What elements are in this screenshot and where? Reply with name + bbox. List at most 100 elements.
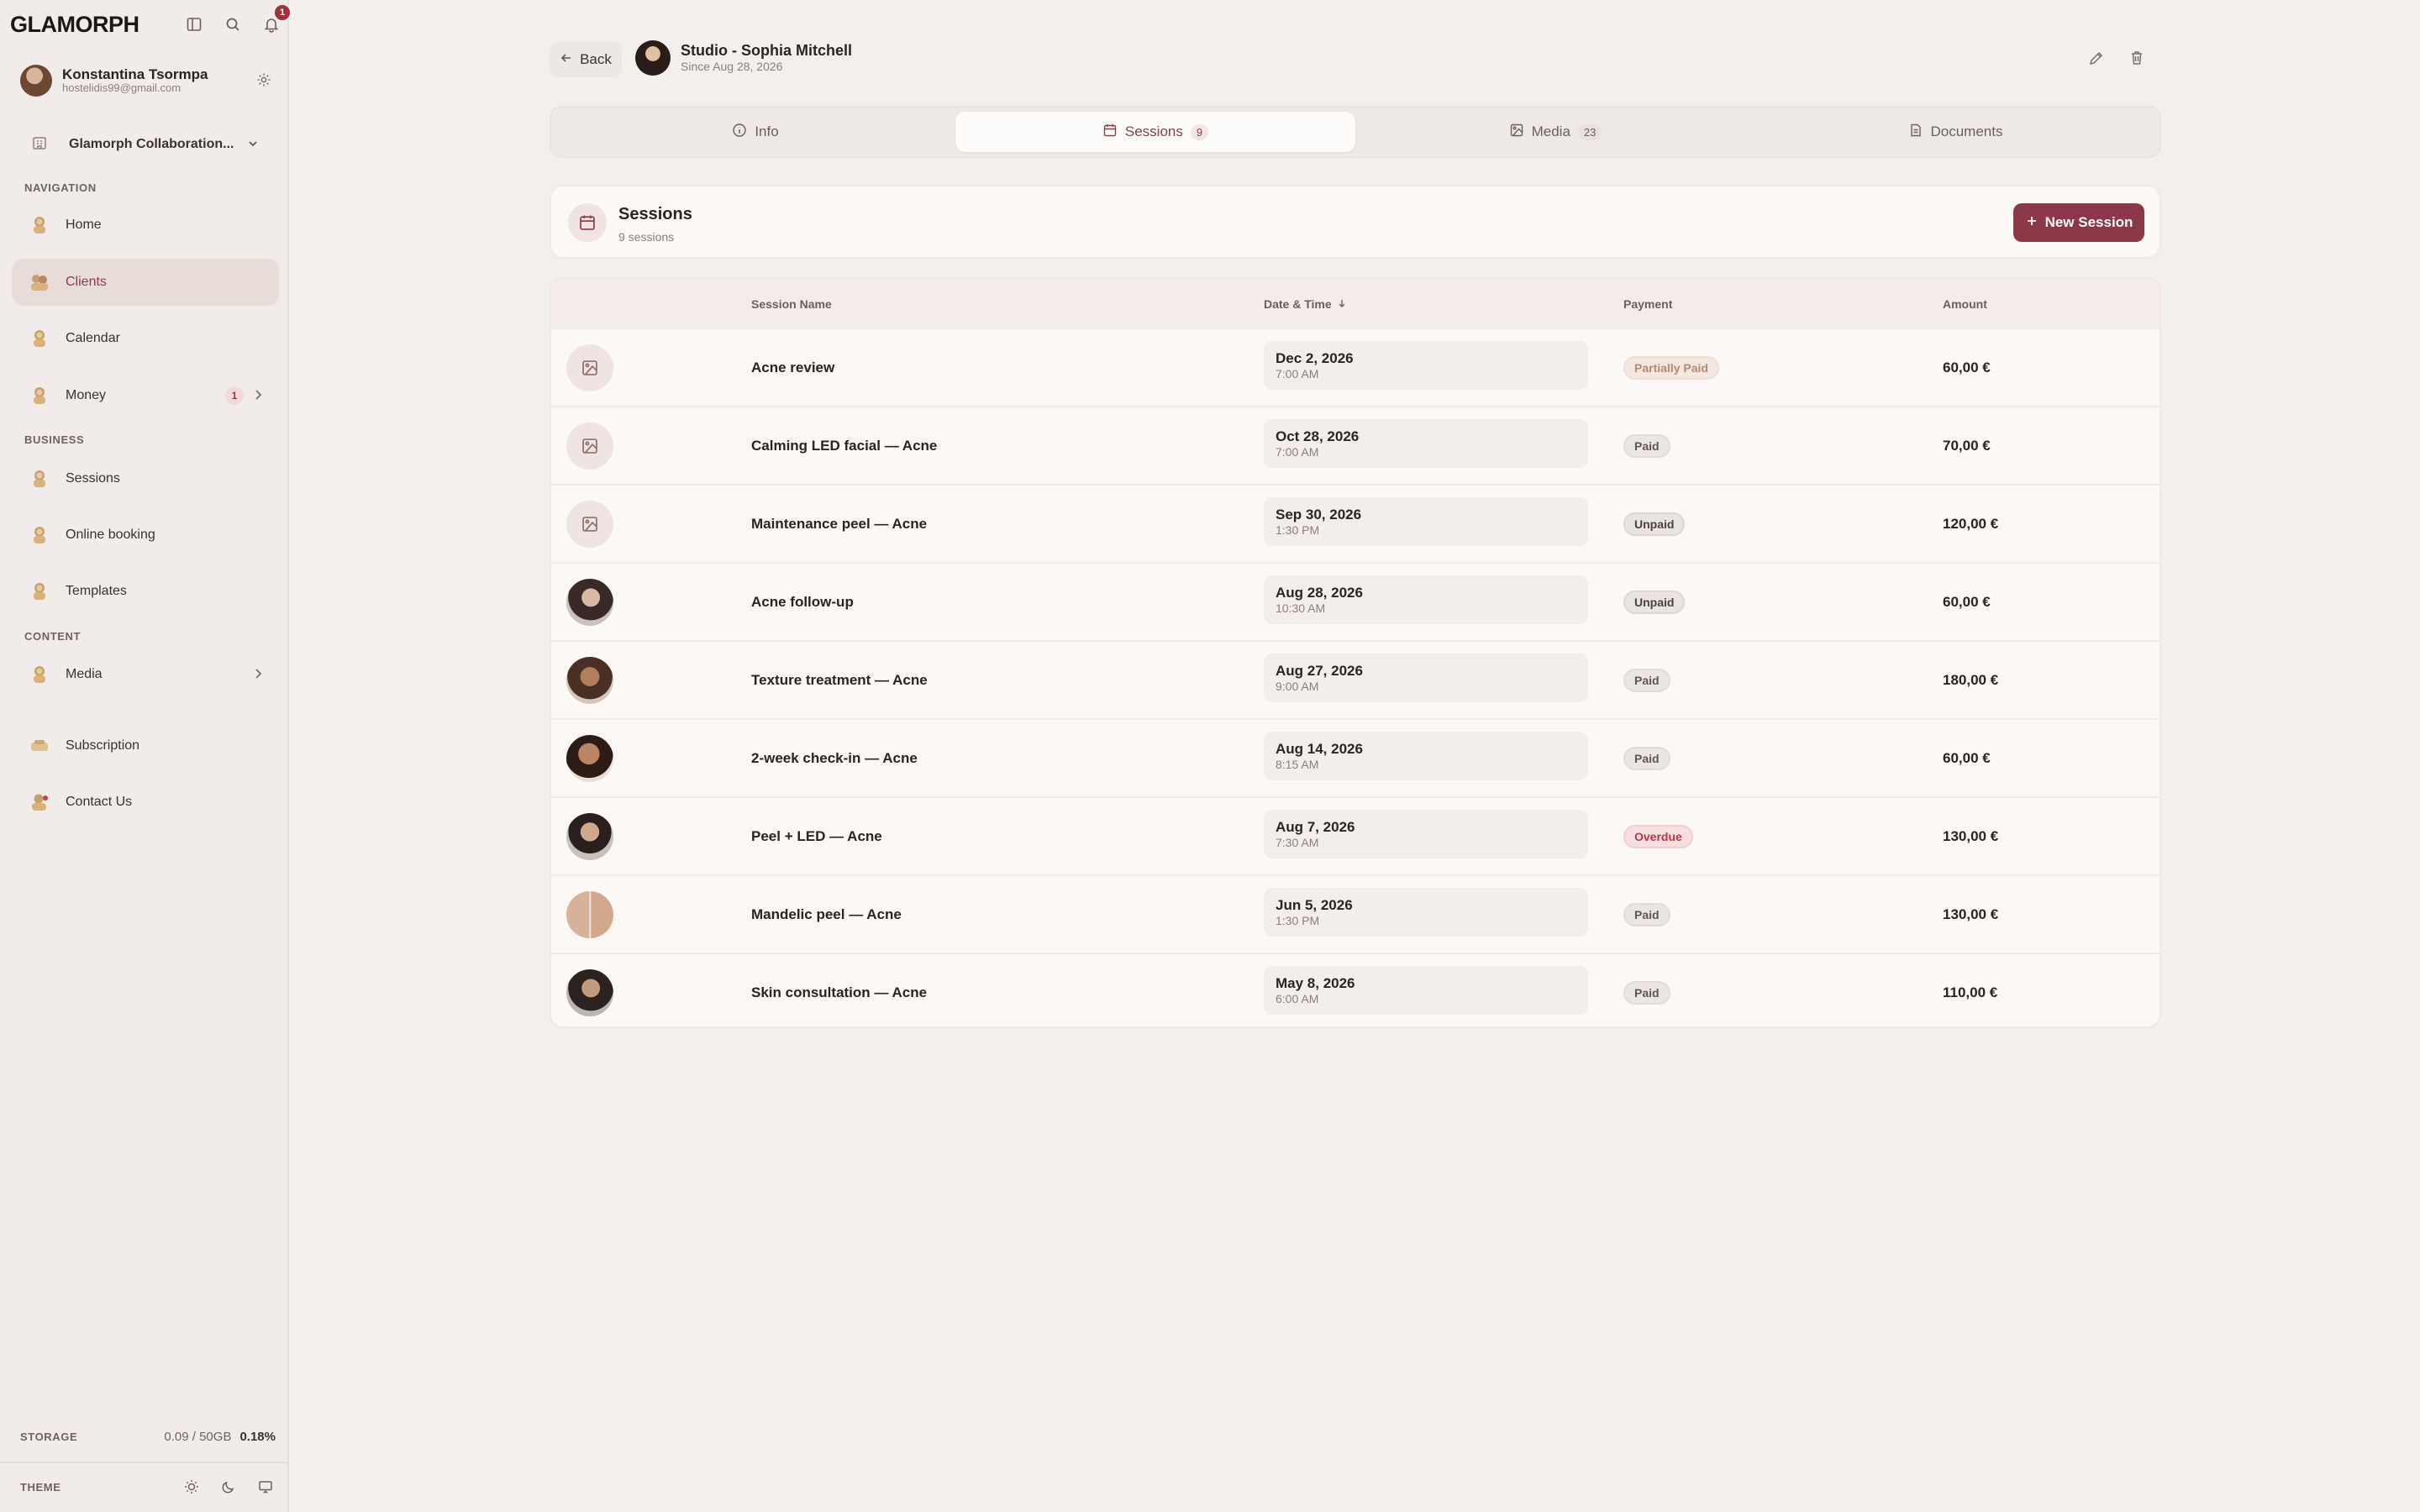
sidebar-item-label: Calendar: [66, 331, 120, 345]
sidebar-item-label: Media: [66, 667, 103, 681]
date-value: May 8, 2026: [1276, 975, 1355, 991]
tab-documents[interactable]: Documents: [1755, 112, 2155, 152]
edit-icon[interactable]: [2087, 49, 2106, 71]
sidebar-item-label: Online booking: [66, 528, 155, 542]
status-badge: Overdue: [1623, 825, 1693, 848]
session-amount: 60,00 €: [1943, 750, 1991, 766]
date-value: Aug 7, 2026: [1276, 819, 1355, 835]
status-badge: Unpaid: [1623, 512, 1686, 536]
home-icon: [27, 213, 52, 238]
table-row[interactable]: Maintenance peel — Acne Sep 30, 2026 1:30…: [551, 484, 2160, 562]
session-name: Acne follow-up: [751, 594, 854, 610]
sidebar-item-money[interactable]: Money 1: [12, 372, 279, 419]
table-row[interactable]: Skin consultation — Acne May 8, 2026 6:00…: [551, 953, 2160, 1026]
status-badge: Partially Paid: [1623, 356, 1719, 380]
column-header-payment[interactable]: Payment: [1623, 297, 1672, 311]
date-value: Aug 14, 2026: [1276, 741, 1363, 757]
date-value: Sep 30, 2026: [1276, 507, 1362, 522]
sidebar-item-calendar[interactable]: Calendar: [12, 315, 279, 362]
app-logo[interactable]: GLAMORPH: [10, 12, 139, 38]
header-actions: [2087, 49, 2146, 71]
session-date: Aug 14, 2026 8:15 AM: [1264, 732, 1588, 780]
money-icon: [27, 383, 52, 408]
chevron-right-icon[interactable]: [250, 387, 266, 407]
trash-icon[interactable]: [2128, 49, 2146, 71]
bell-icon[interactable]: 1: [260, 5, 290, 35]
time-value: 7:00 AM: [1276, 366, 1319, 381]
tab-label: Media: [1531, 123, 1570, 139]
back-button[interactable]: Back: [550, 42, 622, 77]
column-header-name[interactable]: Session Name: [751, 297, 832, 311]
table-row[interactable]: 2-week check-in — Acne Aug 14, 2026 8:15 …: [551, 718, 2160, 796]
gear-icon[interactable]: [255, 71, 272, 92]
sun-icon[interactable]: [182, 1477, 202, 1497]
sidebar-item-templates[interactable]: Templates: [12, 568, 279, 615]
date-value: Aug 27, 2026: [1276, 663, 1363, 679]
session-date: Sep 30, 2026 1:30 PM: [1264, 497, 1588, 546]
arrow-left-icon: [560, 51, 573, 69]
image-icon: [1509, 123, 1524, 142]
sidebar-item-online-booking[interactable]: Online booking: [12, 512, 279, 559]
image-placeholder-icon: [566, 423, 613, 470]
image-placeholder-icon: [566, 344, 613, 391]
tab-label: Sessions: [1124, 123, 1183, 139]
sidebar-item-home[interactable]: Home: [12, 202, 279, 249]
sidebar-item-contact-us[interactable]: Contact Us: [12, 779, 279, 826]
client-avatar: [635, 40, 671, 76]
table-row[interactable]: Calming LED facial — Acne Oct 28, 2026 7:…: [551, 406, 2160, 484]
workspace-switcher[interactable]: Glamorph Collaboration...: [20, 124, 271, 165]
user-email: hostelidis99@gmail.com: [62, 81, 182, 95]
sidebar-item-media[interactable]: Media: [12, 651, 279, 698]
tab-info[interactable]: Info: [555, 112, 955, 152]
tab-count: 23: [1577, 123, 1602, 140]
sessions-title: Sessions: [618, 205, 692, 223]
column-header-date[interactable]: Date & Time: [1264, 297, 1347, 311]
tab-media[interactable]: Media 23: [1355, 112, 1755, 152]
sidebar-item-label: Contact Us: [66, 795, 133, 809]
session-amount: 60,00 €: [1943, 360, 1991, 375]
time-value: 1:30 PM: [1276, 913, 1320, 927]
tab-count: 9: [1190, 123, 1209, 140]
user-profile[interactable]: Konstantina Tsormpa hostelidis99@gmail.c…: [20, 64, 272, 97]
sidebar-toggle-icon[interactable]: [183, 13, 205, 35]
session-amount: 70,00 €: [1943, 438, 1991, 454]
calendar-icon: [1102, 123, 1118, 142]
new-session-button[interactable]: New Session: [2013, 203, 2144, 242]
session-name: 2-week check-in — Acne: [751, 750, 918, 766]
contact-icon: [27, 790, 52, 815]
session-amount: 130,00 €: [1943, 828, 1999, 844]
column-header-amount[interactable]: Amount: [1943, 297, 1987, 311]
search-icon[interactable]: [222, 13, 244, 35]
table-row[interactable]: Acne follow-up Aug 28, 2026 10:30 AM Unpa…: [551, 562, 2160, 640]
new-session-label: New Session: [2044, 214, 2133, 230]
session-date: Aug 7, 2026 7:30 AM: [1264, 810, 1588, 858]
user-name: Konstantina Tsormpa: [62, 66, 208, 82]
session-name: Maintenance peel — Acne: [751, 516, 928, 532]
sidebar-item-label: Templates: [66, 584, 127, 598]
sidebar-item-subscription[interactable]: Subscription: [12, 722, 279, 769]
session-date: Aug 27, 2026 9:00 AM: [1264, 654, 1588, 702]
subscription-icon: [27, 733, 52, 759]
sidebar-item-clients[interactable]: Clients: [12, 259, 279, 306]
tab-sessions[interactable]: Sessions 9: [955, 112, 1355, 152]
notification-badge: 1: [275, 5, 290, 20]
session-date: Jun 5, 2026 1:30 PM: [1264, 888, 1588, 937]
plus-icon: [2025, 214, 2039, 232]
document-icon: [1908, 123, 1923, 142]
table-row[interactable]: Acne review Dec 2, 2026 7:00 AM Partially…: [551, 328, 2160, 406]
back-label: Back: [580, 51, 612, 67]
monitor-icon[interactable]: [255, 1477, 276, 1497]
client-name: Studio - Sophia Mitchell: [681, 41, 852, 59]
chevron-right-icon[interactable]: [250, 666, 266, 685]
time-value: 7:30 AM: [1276, 835, 1319, 849]
sidebar-item-sessions[interactable]: Sessions: [12, 455, 279, 502]
table-row[interactable]: Peel + LED — Acne Aug 7, 2026 7:30 AM Ove…: [551, 796, 2160, 874]
session-amount: 180,00 €: [1943, 672, 1999, 688]
calendar-icon: [568, 203, 607, 242]
table-row[interactable]: Mandelic peel — Acne Jun 5, 2026 1:30 PM …: [551, 874, 2160, 953]
table-row[interactable]: Texture treatment — Acne Aug 27, 2026 9:0…: [551, 640, 2160, 718]
moon-icon[interactable]: [218, 1477, 239, 1497]
session-name: Skin consultation — Acne: [751, 984, 928, 1000]
sidebar-item-label: Money: [66, 388, 107, 402]
client-since: Since Aug 28, 2026: [681, 60, 783, 74]
